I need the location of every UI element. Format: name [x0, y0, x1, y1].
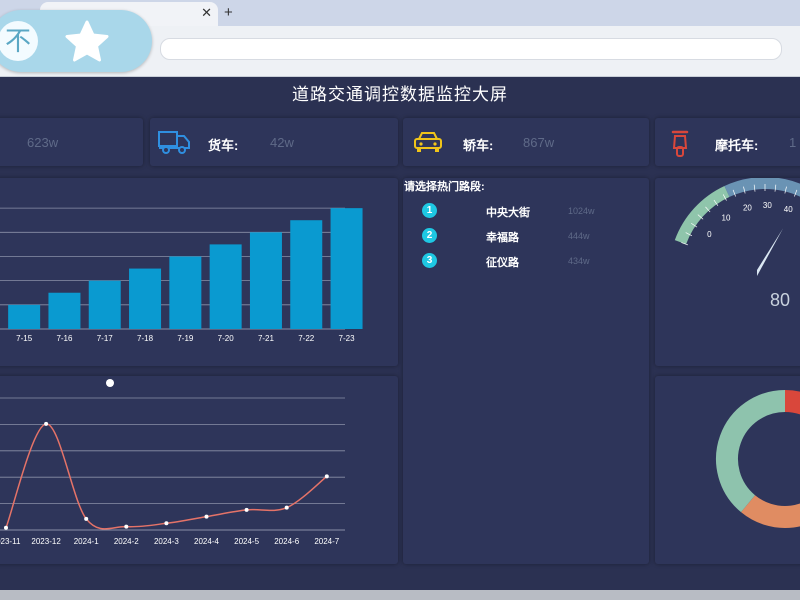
- series-line: [5, 423, 328, 530]
- bar: [88, 280, 121, 329]
- plus-icon[interactable]: +: [224, 4, 233, 21]
- gauge-needle: [757, 228, 783, 276]
- x-tick-label: 7-17: [97, 334, 114, 343]
- extension-left-button[interactable]: 不: [0, 21, 38, 61]
- x-tick-label: 2023-12: [31, 537, 61, 546]
- gauge-tick-label: 40: [784, 205, 793, 214]
- stat-card-motorcycle: 摩托车: 1: [655, 118, 800, 166]
- motorcycle-icon: [671, 130, 689, 157]
- x-tick-label: 2023-11: [0, 537, 21, 546]
- legend-dot: [106, 379, 114, 387]
- x-tick-label: 2024-2: [114, 537, 139, 546]
- stat-card-total: 623w: [0, 118, 143, 166]
- bar-chart: 7-15 7-16 7-17 7-18 7-19 7-20 7-21 7-22 7-23: [0, 207, 363, 343]
- stat-label: 轿车:: [463, 138, 494, 153]
- route-number: 2: [422, 228, 437, 243]
- route-value: 1024w: [568, 206, 595, 216]
- stat-card-truck: 货车: 42w: [150, 118, 398, 166]
- route-number: 3: [422, 253, 437, 268]
- routes-title: 请选择热门路段:: [404, 181, 485, 193]
- x-tick-label: 7-19: [177, 334, 194, 343]
- route-name: 征仪路: [486, 257, 519, 269]
- route-name: 幸福路: [486, 232, 519, 244]
- data-point: [164, 521, 169, 526]
- x-tick-label: 7-15: [16, 334, 33, 343]
- gauge-tick-label: 0: [707, 230, 712, 239]
- gauge-tick-label: 30: [763, 201, 772, 210]
- donut-chart: [716, 390, 800, 528]
- route-value: 444w: [568, 231, 590, 241]
- data-point: [44, 421, 49, 426]
- gauge-value: 80: [770, 290, 790, 310]
- x-tick-label: 2024-4: [194, 537, 219, 546]
- x-tick-label: 2024-3: [154, 537, 179, 546]
- x-tick-label: 7-21: [258, 334, 275, 343]
- speed-gauge: 0102030405080: [674, 178, 800, 310]
- data-point: [244, 507, 249, 512]
- bar: [169, 256, 202, 329]
- url-field[interactable]: [160, 38, 782, 60]
- route-name: 中央大街: [486, 207, 530, 219]
- stat-value: 623w: [27, 135, 59, 150]
- bar: [48, 292, 81, 329]
- car-icon: [414, 132, 442, 152]
- x-tick-label: 7-16: [56, 334, 73, 343]
- hot-routes-panel: [403, 178, 649, 564]
- dashboard-title: 道路交通调控数据监控大屏: [292, 85, 508, 104]
- data-point: [124, 524, 129, 529]
- close-icon[interactable]: ✕: [201, 5, 212, 21]
- bar: [330, 208, 363, 329]
- bottom-strip: [0, 590, 800, 600]
- bar: [129, 268, 162, 329]
- stat-label: 摩托车:: [715, 138, 759, 153]
- bar: [249, 232, 282, 329]
- gauge-tick-label: 10: [722, 213, 731, 222]
- data-point: [284, 505, 289, 510]
- data-point: [4, 525, 8, 530]
- bar: [209, 244, 242, 329]
- extension-pill[interactable]: 不: [0, 10, 152, 72]
- data-point: [204, 514, 209, 519]
- stat-value: 867w: [523, 135, 555, 150]
- x-tick-label: 7-23: [339, 334, 356, 343]
- data-point: [324, 474, 329, 479]
- x-tick-label: 2024-5: [234, 537, 259, 546]
- route-value: 434w: [568, 256, 590, 266]
- stat-card-car: 轿车: 867w: [403, 118, 649, 166]
- bar: [8, 304, 41, 329]
- bar: [290, 220, 323, 329]
- stat-value: 1: [789, 135, 797, 150]
- x-tick-label: 2024-7: [314, 537, 339, 546]
- star-icon[interactable]: [64, 19, 110, 65]
- x-tick-label: 7-20: [218, 334, 235, 343]
- x-tick-label: 7-18: [137, 334, 154, 343]
- x-tick-label: 2024-6: [274, 537, 299, 546]
- data-point: [84, 516, 89, 521]
- line-chart: 2023-11 2023-12 2024-1 2024-2 2024-3 2024-4 20…: [0, 379, 345, 546]
- x-tick-label: 2024-1: [74, 537, 99, 546]
- truck-icon: [158, 131, 190, 154]
- gauge-arc: [674, 185, 730, 245]
- gauge-tick-label: 20: [743, 203, 752, 212]
- stat-value: 42w: [270, 135, 294, 150]
- stat-label: 货车:: [208, 138, 239, 153]
- route-number: 1: [422, 203, 437, 218]
- donut-slice: [784, 390, 800, 415]
- x-tick-label: 7-22: [298, 334, 315, 343]
